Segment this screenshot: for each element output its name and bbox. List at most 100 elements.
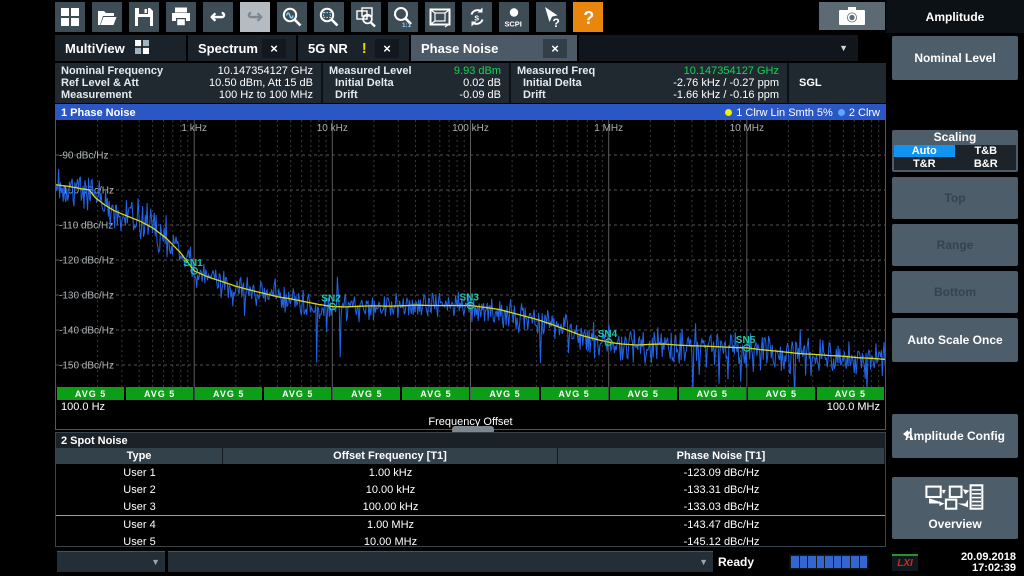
multiview-grid-icon (135, 40, 149, 57)
scpi-button[interactable]: SCPI (499, 2, 529, 32)
help-icon: ? (576, 5, 600, 29)
table-row[interactable]: User 11.00 kHz-123.09 dBc/Hz (56, 464, 885, 481)
top-button[interactable]: Top (892, 177, 1018, 219)
zoom-area-button[interactable] (314, 2, 344, 32)
display-button[interactable] (425, 2, 455, 32)
scaling-option-auto[interactable]: Auto (894, 145, 955, 157)
avg-count-segment: AVG 5 (57, 387, 124, 400)
scaling-options: AutoT&BT&RB&R (894, 145, 1016, 170)
tab-label: MultiView (65, 41, 125, 56)
tab-spectrum[interactable]: Spectrum× (188, 35, 298, 61)
auto-scale-once-button[interactable]: Auto Scale Once (892, 318, 1018, 362)
zoom-signal-button[interactable] (277, 2, 307, 32)
trace-legend: 1 Clrw Lin Smth 5%2 Clrw (725, 107, 880, 119)
redo-button[interactable]: ↪ (240, 2, 270, 32)
table-cell: User 3 (56, 498, 223, 515)
save-button[interactable] (129, 2, 159, 32)
nominal-level-button[interactable]: Nominal Level (892, 36, 1018, 80)
table-row[interactable]: User 41.00 MHz-143.47 dBc/Hz (56, 515, 885, 533)
tab-5g-nr[interactable]: 5G NR!× (298, 35, 411, 61)
info-value: 10.147354127 GHz (684, 65, 779, 77)
scaling-option-bnr[interactable]: B&R (956, 158, 1017, 170)
overview-label: Overview (928, 517, 981, 532)
info-row: Measured Freq10.147354127 GHz (517, 65, 779, 77)
undo-button[interactable]: ↩ (203, 2, 233, 32)
scaling-option-tnb[interactable]: T&B (956, 145, 1017, 157)
info-column-3: Measured Freq10.147354127 GHzInitial Del… (511, 63, 789, 103)
tab-multiview[interactable]: MultiView (55, 35, 188, 61)
chevron-down-icon: ▼ (699, 557, 708, 567)
help-button[interactable]: ? (573, 2, 603, 32)
range-button[interactable]: Range (892, 224, 1018, 266)
spot-noise-window-titlebar[interactable]: 2 Spot Noise (56, 433, 885, 448)
info-value: 0.02 dB (463, 77, 501, 89)
avg-count-segment: AVG 5 (679, 387, 746, 400)
tab-overflow-button[interactable]: ▼ (839, 43, 858, 53)
info-value: -2.76 kHz / -0.27 ppm (673, 77, 779, 89)
spot-noise-window: 2 Spot Noise TypeOffset Frequency [T1]Ph… (55, 432, 886, 547)
column-header-3[interactable]: Phase Noise [T1] (558, 448, 885, 464)
tab-phase-noise[interactable]: Phase Noise× (411, 35, 579, 61)
info-value: -0.09 dB (459, 89, 501, 101)
overview-flowchart-icon (923, 484, 987, 514)
avg-count-segment: AVG 5 (264, 387, 331, 400)
pointer-help-button[interactable]: ? (536, 2, 566, 32)
trace-color-dot (725, 109, 732, 116)
collapse-left-icon (902, 426, 914, 446)
column-header-2[interactable]: Offset Frequency [T1] (223, 448, 558, 464)
camera-icon (838, 4, 866, 28)
avg-count-segment: AVG 5 (541, 387, 608, 400)
svg-text:SN1: SN1 (183, 258, 203, 269)
zoom-1to1-button[interactable]: 1:1 (388, 2, 418, 32)
table-cell: -143.47 dBc/Hz (558, 516, 885, 533)
status-combo-2[interactable]: ▼ (168, 551, 713, 572)
close-icon: × (270, 41, 278, 56)
sync-button[interactable]: s (462, 2, 492, 32)
windows-button[interactable] (55, 2, 85, 32)
zoom-signal-icon (280, 5, 304, 29)
tab-label: 5G NR (308, 41, 348, 56)
progress-segment (860, 556, 868, 568)
zoom-1to1-icon: 1:1 (391, 5, 415, 29)
column-header-1[interactable]: Type (56, 448, 223, 464)
scaling-option-tnr[interactable]: T&R (894, 158, 955, 170)
avg-count-segment: AVG 5 (333, 387, 400, 400)
tab-close-button[interactable]: × (375, 39, 399, 58)
svg-text:10 MHz: 10 MHz (730, 123, 764, 134)
info-value: 10.50 dBm, Att 15 dB (209, 77, 313, 89)
avg-count-segment: AVG 5 (195, 387, 262, 400)
bottom-label: Bottom (934, 285, 976, 300)
table-row[interactable]: User 510.00 MHz-145.12 dBc/Hz (56, 533, 885, 550)
pointer-help-icon: ? (539, 5, 563, 29)
bottom-button[interactable]: Bottom (892, 271, 1018, 313)
status-combo-1[interactable]: ▼ (57, 551, 165, 572)
chevron-down-icon: ▼ (151, 557, 160, 567)
softkey-sidebar: Amplitude Nominal Level Scaling AutoT&BT… (886, 0, 1024, 576)
amplitude-config-button[interactable]: Amplitude Config (892, 414, 1018, 458)
range-label: Range (937, 238, 974, 253)
overview-button[interactable]: Overview (892, 477, 1018, 539)
average-count-bar: AVG 5AVG 5AVG 5AVG 5AVG 5AVG 5AVG 5AVG 5… (57, 387, 884, 400)
legend-trace-2: 2 Clrw (838, 107, 880, 119)
print-button[interactable] (166, 2, 196, 32)
open-button[interactable] (92, 2, 122, 32)
tab-close-button[interactable]: × (543, 39, 567, 58)
lxi-logo: LXI (892, 554, 918, 571)
progress-segment (842, 556, 850, 568)
print-icon (169, 5, 193, 29)
phase-noise-window-titlebar[interactable]: 1 Phase Noise 1 Clrw Lin Smth 5%2 Clrw (56, 105, 885, 120)
top-label: Top (944, 191, 965, 206)
info-label: Nominal Frequency (61, 65, 163, 77)
info-label: Ref Level & Att (61, 77, 139, 89)
screenshot-camera-button[interactable] (819, 2, 885, 30)
phase-noise-plot[interactable]: 1 kHz10 kHz100 kHz1 MHz10 MHz-90 dBc/Hz-… (56, 120, 885, 400)
svg-text:1 MHz: 1 MHz (594, 123, 623, 134)
table-row[interactable]: User 3100.00 kHz-133.03 dBc/Hz (56, 498, 885, 515)
table-cell: -145.12 dBc/Hz (558, 533, 885, 550)
multi-zoom-button[interactable] (351, 2, 381, 32)
x-axis-stop-label: 100.0 MHz (827, 401, 880, 415)
table-row[interactable]: User 210.00 kHz-133.31 dBc/Hz (56, 481, 885, 498)
close-icon: × (383, 41, 391, 56)
datetime-display: 20.09.2018 17:02:39 (961, 552, 1016, 574)
tab-close-button[interactable]: × (262, 39, 286, 58)
